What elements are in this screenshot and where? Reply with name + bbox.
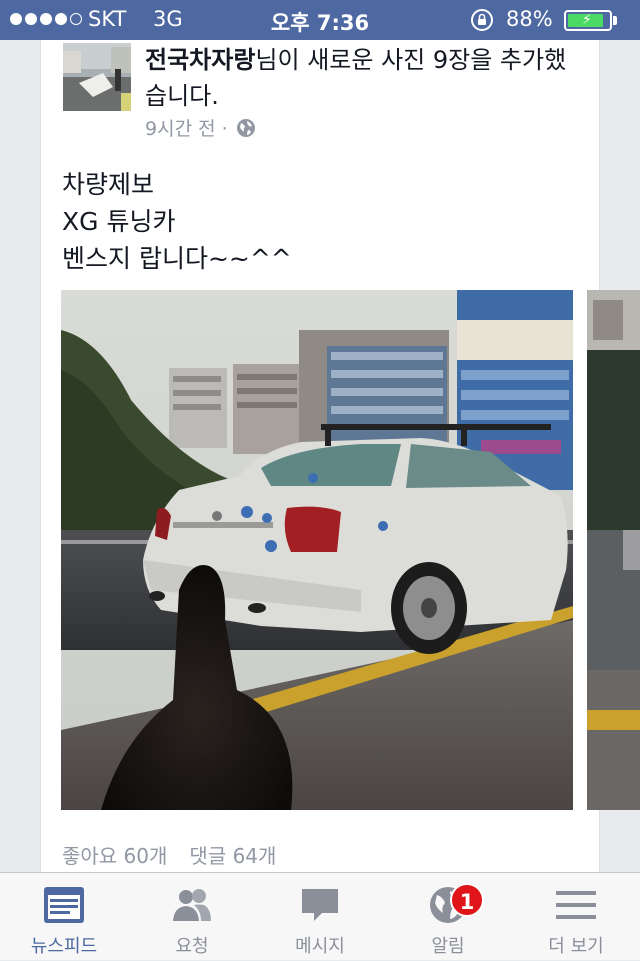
- tab-label: 메시지: [295, 936, 345, 957]
- status-bar: SKT 3G 오후 7:36 88% ⚡: [0, 0, 640, 40]
- post-body: 차량제보 XG 튜닝카 벤스지 랍니다~~^^: [62, 166, 292, 277]
- like-count[interactable]: 좋아요 60개: [62, 840, 167, 869]
- public-globe-icon: [236, 118, 255, 137]
- post-text-line: 차량제보: [62, 170, 155, 199]
- comment-count[interactable]: 댓글 64개: [189, 840, 276, 869]
- post-header: 전국차자랑님이 새로운 사진 9장을 추가했습니다.: [145, 42, 585, 114]
- post-photo[interactable]: [61, 290, 573, 810]
- tab-label: 더 보기: [548, 936, 604, 957]
- post-text-line: 벤스지 랍니다~~^^: [62, 244, 292, 273]
- rotation-lock-icon: [471, 9, 493, 31]
- feed-post-card: 전국차자랑님이 새로운 사진 9장을 추가했습니다. 9시간 전 · 차량제보 …: [40, 40, 640, 880]
- more-menu-icon: [556, 891, 596, 919]
- tab-news-feed[interactable]: 뉴스피드: [0, 873, 128, 961]
- notification-badge: 1: [450, 883, 484, 917]
- tab-label: 뉴스피드: [30, 936, 98, 957]
- post-text-line: XG 튜닝카: [62, 207, 176, 236]
- messages-icon: [302, 889, 338, 921]
- page-profile-photo[interactable]: [63, 43, 131, 111]
- tab-messages[interactable]: 메시지: [256, 873, 384, 961]
- next-post-photo[interactable]: [587, 290, 640, 810]
- post-timestamp[interactable]: 9시간 전 ·: [145, 114, 228, 141]
- battery-icon: ⚡: [564, 10, 612, 31]
- post-author-link[interactable]: 전국차자랑: [145, 46, 255, 74]
- bottom-tab-bar: 뉴스피드 요청 메시지 1 알림 더 보기: [0, 872, 640, 960]
- tab-label: 요청: [175, 936, 209, 957]
- post-meta: 9시간 전 ·: [145, 114, 256, 141]
- tab-more[interactable]: 더 보기: [512, 873, 640, 961]
- friend-requests-icon: [173, 889, 211, 921]
- tab-notifications[interactable]: 1 알림: [384, 873, 512, 961]
- post-engagement: 좋아요 60개 댓글 64개: [62, 840, 276, 869]
- tab-friend-requests[interactable]: 요청: [128, 873, 256, 961]
- battery-percent: 88%: [506, 7, 553, 31]
- tab-label: 알림: [431, 936, 465, 957]
- news-feed-icon: [44, 887, 84, 923]
